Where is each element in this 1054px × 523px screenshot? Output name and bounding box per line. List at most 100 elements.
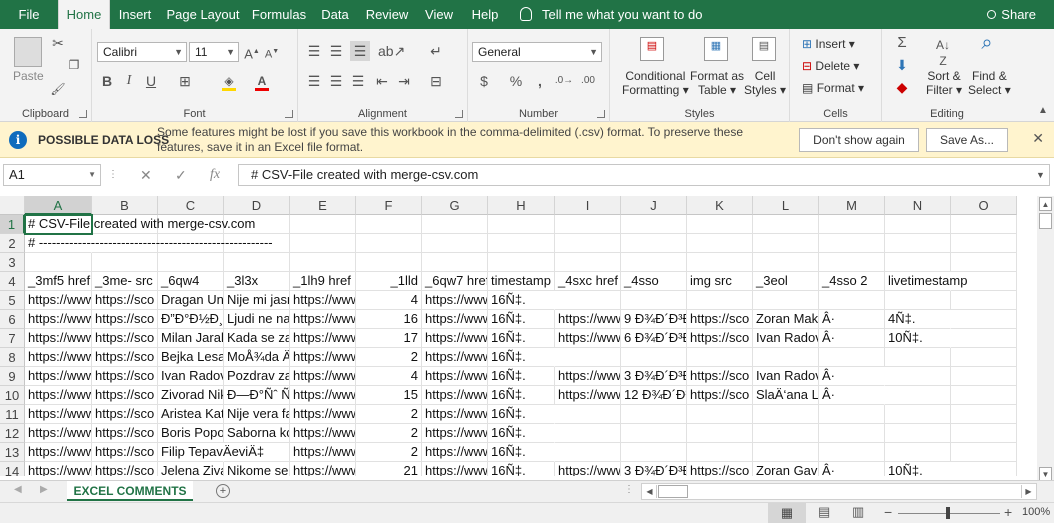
- grid-cell[interactable]: 16Ñ‡.: [488, 462, 555, 476]
- grid-cell[interactable]: [555, 253, 621, 272]
- grid-cell[interactable]: [687, 424, 753, 443]
- column-header[interactable]: E: [290, 196, 356, 215]
- merge-center-icon[interactable]: ⊟: [428, 73, 444, 89]
- grid-cell[interactable]: 12 Ð¾Ð´Ð³: [621, 386, 687, 405]
- grid-cell[interactable]: https://www: [25, 348, 92, 367]
- formula-input[interactable]: # CSV-File created with merge-csv.com: [238, 164, 1050, 186]
- align-right-icon[interactable]: ☰: [350, 73, 366, 89]
- grid-cell[interactable]: [951, 215, 1017, 234]
- increase-decimal-icon[interactable]: .0→: [554, 73, 574, 89]
- grid-cell[interactable]: Zivorad Nik: [158, 386, 224, 405]
- grid-cell[interactable]: https://www: [25, 386, 92, 405]
- grid-cell[interactable]: [951, 348, 1017, 367]
- column-header[interactable]: G: [422, 196, 488, 215]
- sort-filter-icon[interactable]: A↓ Z: [932, 37, 954, 69]
- grid-cell[interactable]: https://www: [422, 310, 488, 329]
- grid-cell[interactable]: https://www: [25, 329, 92, 348]
- grid-cell[interactable]: [621, 348, 687, 367]
- column-header[interactable]: L: [753, 196, 819, 215]
- close-icon[interactable]: ✕: [1032, 130, 1044, 147]
- grid-cell[interactable]: [951, 405, 1017, 424]
- scroll-right-icon[interactable]: ▶: [1021, 485, 1035, 498]
- grid-cell[interactable]: [885, 443, 951, 462]
- row-header[interactable]: 5: [0, 291, 25, 310]
- grid-cell[interactable]: Â·: [819, 367, 885, 386]
- grid-cell[interactable]: [819, 234, 885, 253]
- grid-cell[interactable]: Â·: [819, 386, 885, 405]
- grid-cell[interactable]: https://www: [290, 405, 356, 424]
- grid-cell[interactable]: [555, 405, 621, 424]
- alignment-launcher-icon[interactable]: [455, 110, 463, 118]
- grid-cell[interactable]: [819, 291, 885, 310]
- format-cells-button[interactable]: ▤ Format ▾: [802, 81, 864, 95]
- grid-cell[interactable]: [92, 253, 158, 272]
- grid-cell[interactable]: https://sco: [687, 462, 753, 476]
- grid-cell[interactable]: livetimestamp: [885, 272, 967, 291]
- sheet-tab-excel-comments[interactable]: EXCEL COMMENTS: [67, 481, 193, 501]
- align-left-icon[interactable]: ☰: [306, 73, 322, 89]
- cut-icon[interactable]: ✂: [50, 35, 66, 51]
- grid-cell[interactable]: https://sco: [92, 405, 158, 424]
- row-header[interactable]: 1: [0, 215, 25, 234]
- grid-cell[interactable]: _1lld: [356, 272, 422, 291]
- grid-cell[interactable]: [290, 253, 356, 272]
- font-launcher-icon[interactable]: [285, 110, 293, 118]
- grid-cell[interactable]: https://www: [422, 329, 488, 348]
- grid-cell[interactable]: [290, 215, 356, 234]
- cell-styles-button[interactable]: Cell Styles ▾: [744, 69, 786, 97]
- grid-cell[interactable]: Kada se zav: [224, 329, 290, 348]
- grid-cell[interactable]: https://www: [555, 386, 621, 405]
- delete-cells-button[interactable]: ⊟ Delete ▾: [802, 59, 859, 73]
- grid-cell[interactable]: https://www: [25, 443, 92, 462]
- underline-icon[interactable]: U: [144, 73, 158, 89]
- grid-cell[interactable]: [687, 291, 753, 310]
- row-header[interactable]: 2: [0, 234, 25, 253]
- grid-cell[interactable]: [621, 443, 687, 462]
- grid-cell[interactable]: https://www: [290, 367, 356, 386]
- grid-cell[interactable]: [422, 253, 488, 272]
- grid-cell[interactable]: [951, 329, 1017, 348]
- grid-cell[interactable]: [555, 424, 621, 443]
- grid-cell[interactable]: MoÅ¾da Ä: [224, 348, 290, 367]
- percent-style-icon[interactable]: %: [508, 73, 524, 89]
- tab-page-layout[interactable]: Page Layout: [160, 0, 246, 29]
- grid-cell[interactable]: https://www: [422, 367, 488, 386]
- grid-cell[interactable]: [555, 348, 621, 367]
- align-middle-icon[interactable]: ☰: [328, 43, 344, 59]
- grid-cell[interactable]: https://www: [25, 405, 92, 424]
- column-header[interactable]: N: [885, 196, 951, 215]
- insert-function-icon[interactable]: fx: [210, 164, 220, 186]
- grid-cell[interactable]: [356, 234, 422, 253]
- decrease-decimal-icon[interactable]: .00: [578, 73, 598, 89]
- grid-cell[interactable]: [951, 234, 1017, 253]
- prev-sheet-icon[interactable]: ◀: [14, 484, 22, 495]
- column-header[interactable]: K: [687, 196, 753, 215]
- grid-cell[interactable]: [687, 405, 753, 424]
- insert-cells-button[interactable]: ⊞ Insert ▾: [802, 37, 855, 51]
- grid-cell[interactable]: [819, 215, 885, 234]
- grid-cell[interactable]: 16Ñ‡.: [488, 291, 555, 310]
- grid-cell[interactable]: https://www: [25, 310, 92, 329]
- grid-cell[interactable]: https://www: [422, 348, 488, 367]
- font-size-select[interactable]: 11 ▼: [189, 42, 239, 62]
- grid-cell[interactable]: https://www: [422, 462, 488, 476]
- row-header[interactable]: 4: [0, 272, 25, 291]
- grid-cell[interactable]: [753, 405, 819, 424]
- grid-cell[interactable]: 10Ñ‡.: [885, 329, 951, 348]
- grid-cell[interactable]: 15: [356, 386, 422, 405]
- column-header[interactable]: O: [951, 196, 1017, 215]
- grid-cell[interactable]: 21: [356, 462, 422, 476]
- grid-cell[interactable]: https://www: [555, 367, 621, 386]
- grid-cell[interactable]: 16Ñ‡.: [488, 367, 555, 386]
- grid-cell[interactable]: https://sco: [92, 424, 158, 443]
- grid-cell[interactable]: Bejka Lesar: [158, 348, 224, 367]
- grid-cell[interactable]: https://www: [290, 348, 356, 367]
- number-launcher-icon[interactable]: [597, 110, 605, 118]
- grid-cell[interactable]: [555, 443, 621, 462]
- grid-cell[interactable]: Nije mi jasno: [224, 291, 290, 310]
- grid-cell[interactable]: _3me- src: [92, 272, 158, 291]
- grid-cell[interactable]: 2: [356, 348, 422, 367]
- grid-cell[interactable]: [951, 386, 1017, 405]
- name-box[interactable]: A1 ▼: [3, 164, 101, 186]
- grid-cell[interactable]: https://www: [25, 424, 92, 443]
